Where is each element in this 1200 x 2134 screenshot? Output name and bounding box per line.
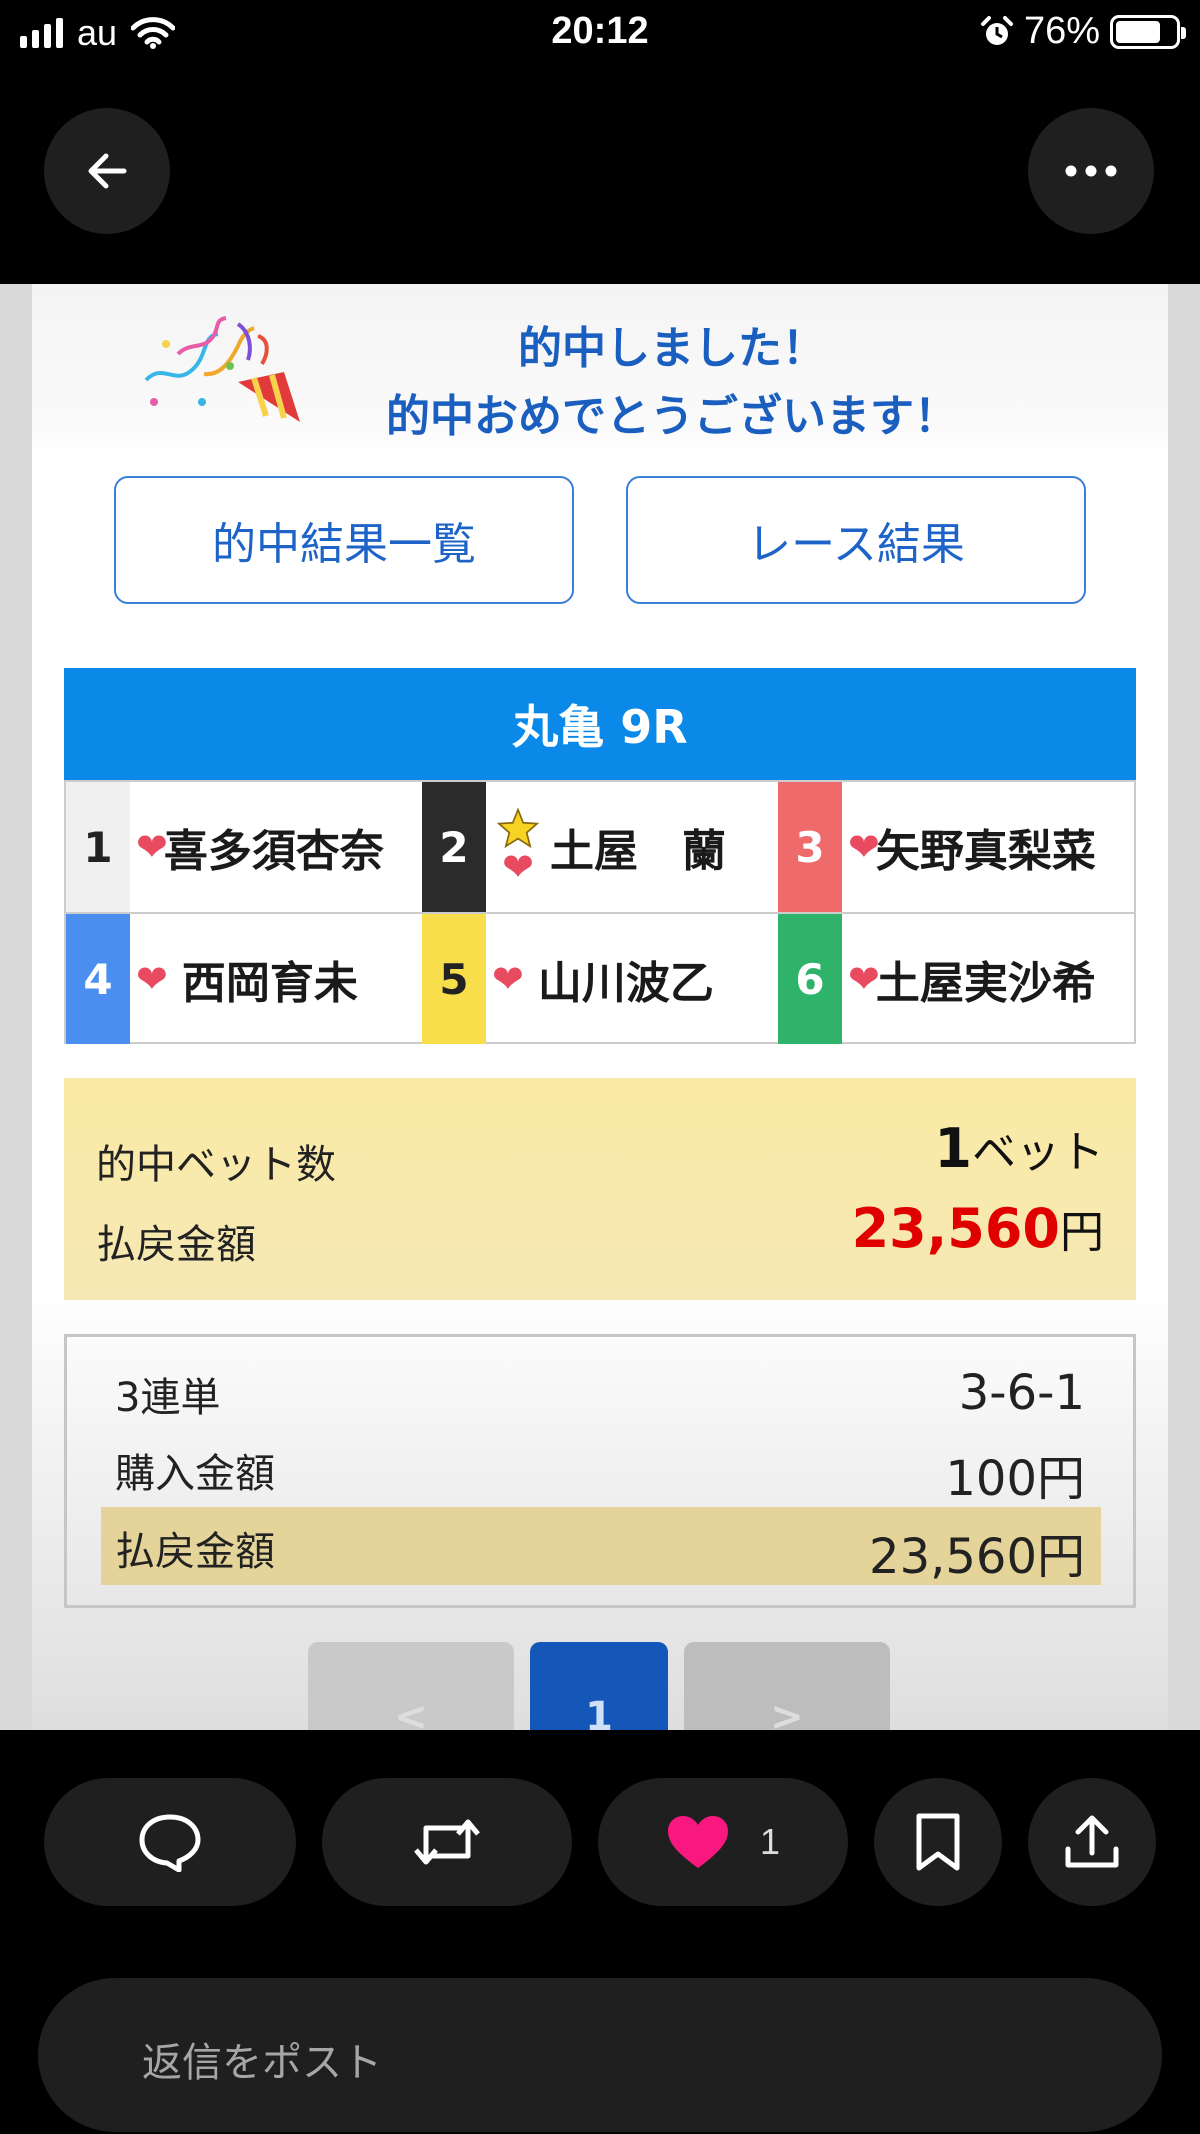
payout-label: 払戻金額	[96, 1222, 256, 1268]
hit-summary: 的中ベット数 1ベット 払戻金額 23,560円	[64, 1078, 1136, 1300]
heart-icon: ❤	[136, 957, 168, 1001]
hit-results-button[interactable]: 的中結果一覧	[114, 476, 574, 604]
status-bar: au 20:12 76%	[0, 0, 1200, 66]
bets-unit: ベット	[972, 1127, 1104, 1178]
purchase-value: 100円	[945, 1451, 1085, 1507]
heart-icon	[667, 1816, 728, 1868]
racer-name: 土屋 蘭	[550, 826, 726, 877]
post-image[interactable]: 的中しました！ 的中おめでとうございます！ 的中結果一覧 レース結果 丸亀 9R…	[0, 284, 1200, 1730]
bet-type-value: 3-6-1	[958, 1365, 1085, 1421]
lane-number: 3	[778, 782, 842, 912]
lane-number: 1	[66, 782, 130, 912]
reply-input[interactable]: 返信をポスト	[38, 1978, 1162, 2132]
star-icon	[497, 808, 539, 848]
payout-amount: 23,560	[851, 1197, 1060, 1260]
racer-name: 山川波乙	[537, 958, 714, 1009]
lane-number: 4	[66, 914, 130, 1044]
back-button[interactable]	[44, 108, 170, 234]
bets-label: 的中ベット数	[96, 1142, 336, 1188]
racer-cell-6: 6 ❤ 土屋実沙希	[778, 914, 1134, 1044]
battery-fill	[1116, 20, 1161, 43]
racer-cell-3: 3 ❤ 矢野真梨菜	[778, 782, 1134, 912]
detail-payout-label: 払戻金額	[115, 1529, 275, 1575]
payout-value: 23,560円	[852, 1196, 1104, 1260]
banner-line-2: 的中おめでとうございます！	[386, 391, 958, 442]
battery-icon	[1110, 14, 1186, 49]
banner-line-1: 的中しました！	[518, 323, 826, 374]
comment-icon	[139, 1814, 201, 1872]
racer-cell-1: 1 ❤ 喜多須杏奈	[66, 782, 422, 912]
heart-icon: ❤	[502, 845, 534, 889]
lane-number: 6	[778, 914, 842, 1044]
repost-button[interactable]	[322, 1778, 572, 1906]
repost-icon	[414, 1819, 480, 1865]
racer-cell-2: 2 ❤ 土屋 蘭	[422, 782, 778, 912]
next-page-button[interactable]: >	[684, 1642, 890, 1730]
detail-payout-value: 23,560円	[869, 1529, 1085, 1585]
purchase-label: 購入金額	[115, 1451, 275, 1497]
share-button[interactable]	[1028, 1778, 1156, 1906]
prev-page-button[interactable]: <	[308, 1642, 514, 1730]
result-card: 的中しました！ 的中おめでとうございます！ 的中結果一覧 レース結果 丸亀 9R…	[32, 284, 1168, 1730]
bookmark-icon	[916, 1813, 960, 1871]
arrow-left-icon	[88, 153, 127, 189]
bets-count: 1	[934, 1117, 972, 1180]
racer-name: 矢野真梨菜	[875, 826, 1096, 877]
like-count: 1	[759, 1821, 781, 1862]
like-button[interactable]: 1	[598, 1778, 848, 1906]
racer-cell-5: 5 ❤ 山川波乙	[422, 914, 778, 1044]
status-right: 76%	[980, 10, 1186, 53]
more-horizontal-icon	[1065, 165, 1117, 177]
marks: ❤	[492, 808, 544, 886]
bet-detail: 3連単 3-6-1 購入金額 100円 払戻金額 23,560円	[64, 1334, 1136, 1608]
race-title: 丸亀 9R	[64, 668, 1136, 780]
bet-type-label: 3連単	[115, 1375, 221, 1421]
racer-name: 西岡育未	[181, 958, 358, 1009]
share-icon	[1065, 1815, 1119, 1868]
racer-name: 土屋実沙希	[875, 958, 1096, 1009]
racer-grid: 1 ❤ 喜多須杏奈 2 ❤ 土屋 蘭 3 ❤ 矢野真梨菜 4 ❤ 西岡育未 5 …	[64, 780, 1136, 1044]
reply-placeholder: 返信をポスト	[142, 2040, 382, 2086]
party-popper-icon	[144, 316, 300, 422]
racer-cell-4: 4 ❤ 西岡育未	[66, 914, 422, 1044]
bookmark-button[interactable]	[874, 1778, 1002, 1906]
alarm-icon	[980, 15, 1013, 45]
race-results-button[interactable]: レース結果	[626, 476, 1086, 604]
heart-icon: ❤	[492, 957, 524, 1001]
lane-number: 5	[422, 914, 486, 1044]
bets-value: 1ベット	[934, 1116, 1104, 1180]
reply-button[interactable]	[44, 1778, 296, 1906]
battery-percent: 76%	[1023, 10, 1100, 52]
current-page[interactable]: 1	[530, 1642, 668, 1730]
racer-name: 喜多須杏奈	[163, 826, 384, 877]
lane-number: 2	[422, 782, 486, 912]
hit-banner: 的中しました！ 的中おめでとうございます！	[32, 284, 1168, 454]
more-button[interactable]	[1028, 108, 1154, 234]
payout-unit: 円	[1060, 1207, 1104, 1258]
